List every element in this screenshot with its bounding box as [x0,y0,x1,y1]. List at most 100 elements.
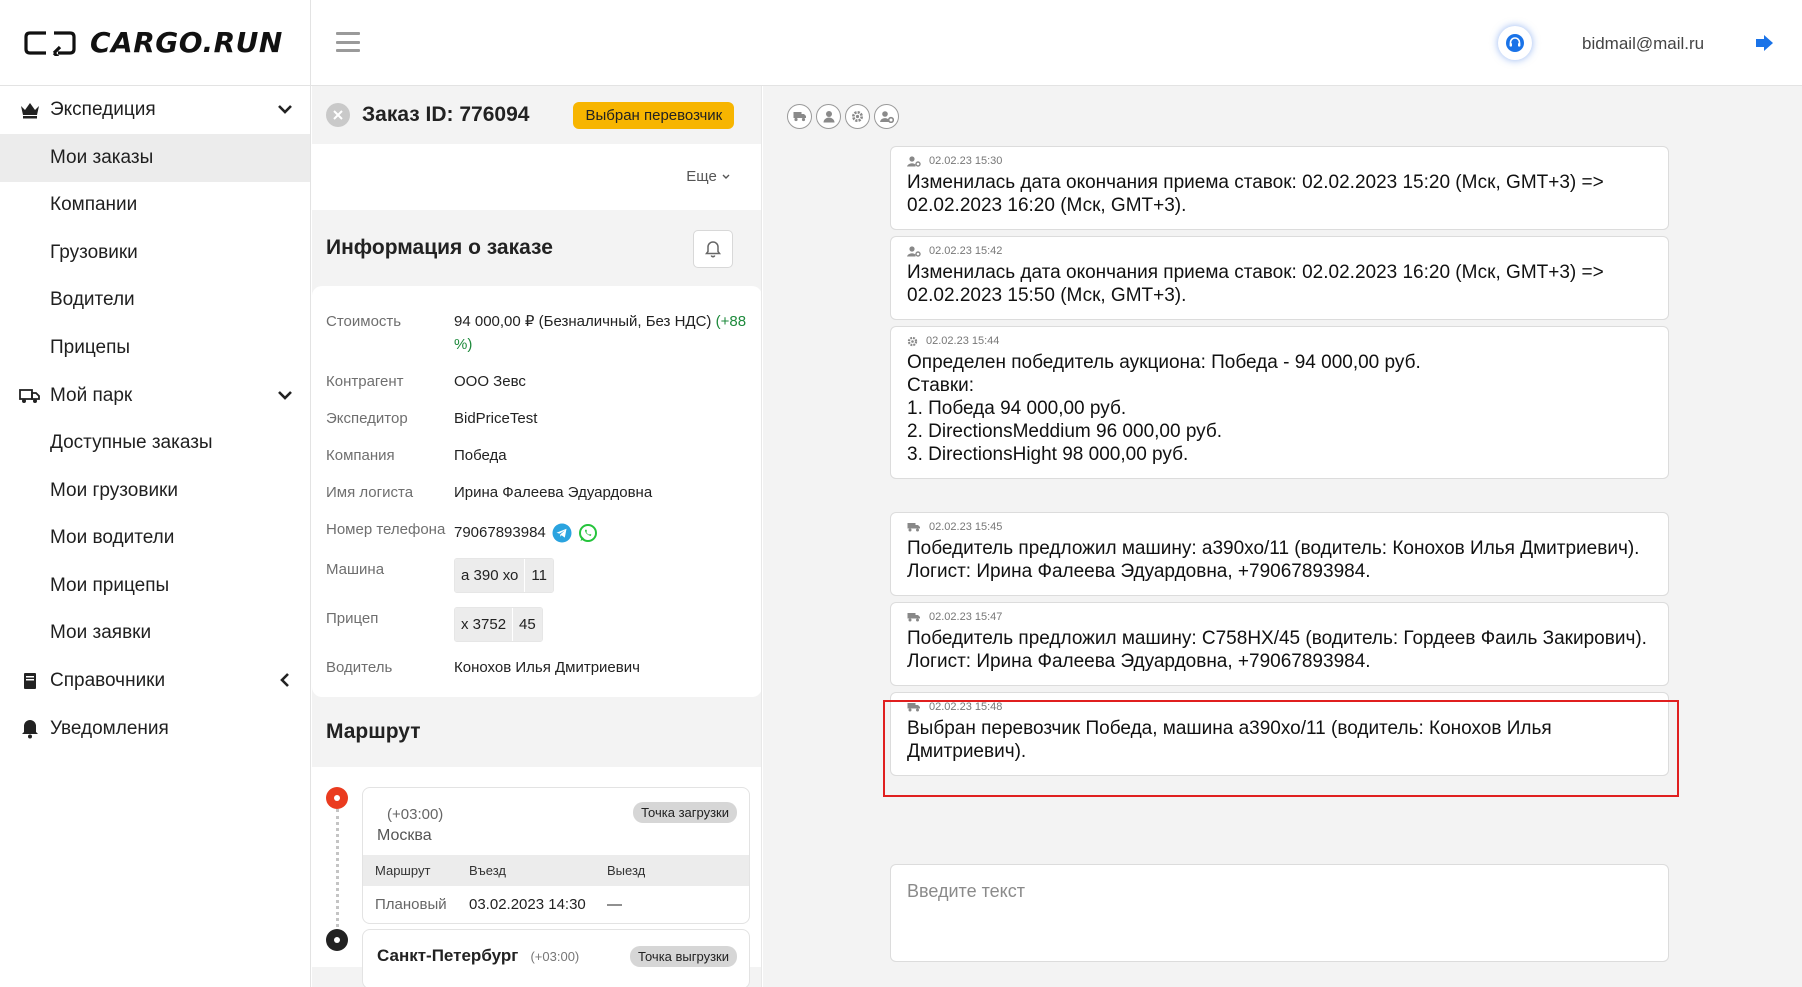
close-order-button[interactable] [326,103,350,127]
phone-number[interactable]: 79067893984 [454,521,546,544]
sidebar-group-expedition[interactable]: Экспедиция [0,86,310,134]
sidebar-item-label: Доступные заказы [50,432,213,454]
sidebar-item-companies[interactable]: Компании [0,182,310,230]
log-message-time: 02.02.23 15:44 [926,335,1000,347]
sidebar-group-label: Уведомления [50,718,169,739]
sidebar-item-label: Мои грузовики [50,479,178,501]
cargo-run-logo-icon [24,30,76,56]
sidebar-item-my-trailers[interactable]: Мои прицепы [0,562,310,610]
sidebar-item-my-requests[interactable]: Мои заявки [0,610,310,658]
more-label: Еще [686,168,717,185]
info-row-logist: Имя логиста Ирина Фалеева Эдуардовна [326,481,748,504]
info-row-driver: Водитель Конохов Илья Дмитриевич [326,656,748,679]
subscribe-notifications-button[interactable] [693,230,733,268]
support-button[interactable] [1498,26,1532,60]
sidebar-item-label: Водители [50,289,135,311]
route-list: (+03:00) Москва Точка загрузки Маршрут В… [312,767,761,987]
filter-user-gear-icon[interactable] [874,104,899,129]
chevron-down-icon [278,105,292,114]
log-message-meta: 02.02.23 15:48 [907,701,1652,713]
trailer-value: х 3752 45 [454,607,748,642]
sidebar-item-my-trucks[interactable]: Мои грузовики [0,467,310,515]
plate-region: 11 [524,559,553,592]
forwarder-value: BidPriceTest [454,410,538,427]
order-actions-bar: Еще [312,144,761,210]
order-header: Заказ ID: 776094 Выбран перевозчик [312,86,761,144]
order-info-header: Информация о заказе [312,210,761,286]
sidebar-item-label: Мои заказы [50,146,154,168]
truck-icon [907,613,920,622]
trailer-plate[interactable]: х 3752 45 [454,607,543,642]
user-gear-icon [907,155,921,167]
log-message: 02.02.23 15:48 Выбран перевозчик Победа,… [890,692,1669,776]
sidebar-group-my-fleet[interactable]: Мой парк [0,372,310,420]
filter-truck-icon[interactable] [787,104,812,129]
loading-pin-icon [326,787,348,809]
hamburger-menu-icon[interactable] [336,32,360,52]
close-icon [333,110,343,120]
route-point-card[interactable]: (+03:00) Москва Точка загрузки Маршрут В… [362,787,750,924]
order-log-panel: 02.02.23 15:30 Изменилась дата окончания… [763,86,1802,987]
table-cell: Плановый [375,896,447,913]
message-input[interactable] [890,864,1669,962]
log-message-meta: 02.02.23 15:45 [907,521,1652,533]
route-point-card[interactable]: Санкт-Петербург (+03:00) Точка выгрузки [362,929,750,987]
logo[interactable]: CARGO.RUN [0,0,311,86]
field-label: Водитель [326,659,393,676]
sidebar-item-available-orders[interactable]: Доступные заказы [0,420,310,468]
logout-button[interactable] [1754,33,1776,53]
chevron-down-icon [278,390,292,400]
column-header: Въезд [469,863,507,878]
telegram-icon[interactable] [552,523,572,543]
info-row-forwarder: Экспедитор BidPriceTest [326,407,748,430]
more-dropdown[interactable]: Еще [686,168,731,185]
filter-user-icon[interactable] [816,104,841,129]
sidebar-group-references[interactable]: Справочники [0,657,310,705]
sidebar-item-trucks[interactable]: Грузовики [0,229,310,277]
field-label: Компания [326,447,395,464]
truck-plate[interactable]: а 390 хо 11 [454,558,554,593]
sidebar-group-notifications[interactable]: Уведомления [0,705,310,753]
filter-gear-icon[interactable] [845,104,870,129]
field-label: Номер телефона [326,521,446,538]
book-icon [18,669,42,693]
sidebar-item-trailers[interactable]: Прицепы [0,324,310,372]
log-message: 02.02.23 15:45 Победитель предложил маши… [890,512,1669,596]
route-header: Маршрут [312,697,761,767]
field-label: Машина [326,561,385,578]
field-label: Контрагент [326,373,404,390]
info-row-counterparty: Контрагент ООО Зевс [326,370,748,393]
field-label: Прицеп [326,610,379,627]
route-point-city: Санкт-Петербург [377,946,519,965]
sidebar-item-label: Прицепы [50,336,131,358]
sidebar-item-label: Мои заявки [50,622,152,644]
whatsapp-icon[interactable] [578,523,598,543]
truck-value: а 390 хо 11 [454,558,748,593]
gear-icon [907,336,918,346]
log-message-time: 02.02.23 15:45 [929,521,1003,533]
sidebar-item-my-drivers[interactable]: Мои водители [0,515,310,563]
log-message-text: Победитель предложил машину: C758HX/45 (… [907,628,1647,672]
sidebar-item-label: Грузовики [50,241,138,263]
cost-value: 94 000,00 ₽ (Безналичный, Без НДС) (+88 … [454,310,748,356]
truck-icon [18,384,42,408]
log-message-meta: 02.02.23 15:44 [907,335,1652,347]
sidebar-group-label: Мой парк [50,384,133,406]
crown-icon [18,98,42,122]
sidebar-item-label: Мои водители [50,527,175,549]
log-message-text: Изменилась дата окончания приема ставок:… [907,262,1604,306]
status-badge: Выбран перевозчик [573,101,735,129]
user-gear-icon [907,245,921,257]
route-title: Маршрут [326,720,421,743]
bell-outline-icon [705,241,721,258]
field-label: Экспедитор [326,410,408,427]
sidebar-item-drivers[interactable]: Водители [0,277,310,325]
sidebar-item-my-orders[interactable]: Мои заказы [0,134,310,182]
route-point-tag: Точка выгрузки [630,946,737,967]
info-row-company: Компания Победа [326,444,748,467]
user-email[interactable]: bidmail@mail.ru [1582,34,1704,54]
cost-amount: 94 000,00 ₽ (Безналичный, Без НДС) [454,313,712,330]
plate-number: а 390 хо [455,559,525,592]
log-message-text: Победитель предложил машину: а390хо/11 (… [907,538,1640,582]
chevron-left-icon [280,673,289,687]
